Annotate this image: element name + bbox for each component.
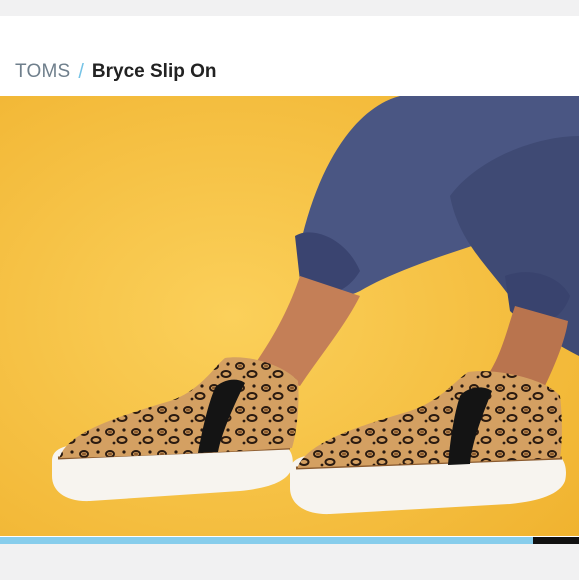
- gallery-progress-bar: [0, 537, 579, 544]
- product-image[interactable]: [0, 96, 579, 536]
- breadcrumb-brand-link[interactable]: TOMS: [15, 61, 70, 83]
- product-title: Bryce Slip On: [91, 61, 217, 82]
- breadcrumb: TOMS / Bryce Slip On: [15, 58, 217, 86]
- gallery-progress-end: [533, 537, 579, 544]
- product-photo: [0, 96, 579, 536]
- bottom-strip: [0, 544, 579, 580]
- breadcrumb-separator: /: [78, 60, 84, 83]
- gallery-progress-fill: [0, 537, 533, 544]
